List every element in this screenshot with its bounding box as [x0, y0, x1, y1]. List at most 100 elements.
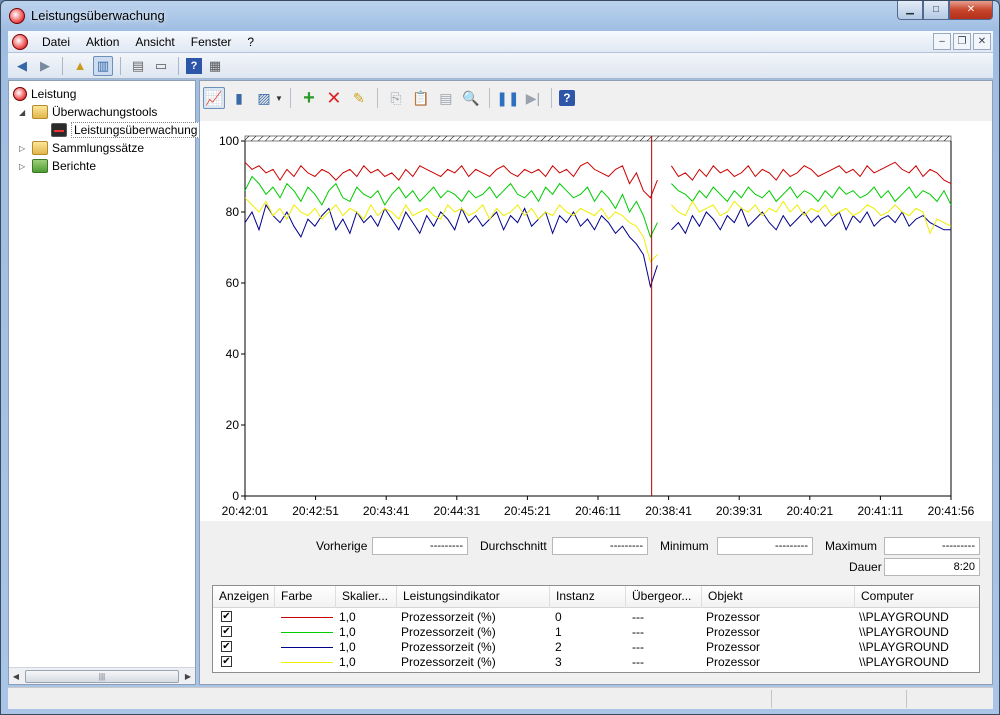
- color-swatch: [281, 647, 333, 648]
- instance-cell: 3: [555, 655, 562, 669]
- minimize-button[interactable]: ▁: [897, 1, 923, 20]
- highlight-icon[interactable]: ✎: [348, 87, 370, 109]
- child-close-button[interactable]: ✕: [973, 33, 991, 50]
- menu-fenster[interactable]: Fenster: [183, 32, 240, 52]
- forward-arrow-icon[interactable]: ▶: [35, 56, 55, 76]
- child-minimize-button[interactable]: –: [933, 33, 951, 50]
- tree-item-monitoring-tools[interactable]: ◢ Überwachungstools: [19, 103, 157, 121]
- properties-icon[interactable]: ▤: [435, 87, 457, 109]
- tree-item-data-collector-sets[interactable]: ▷ Sammlungssätze: [19, 139, 144, 157]
- update-data-icon[interactable]: ▶|: [522, 87, 544, 109]
- table-row[interactable]: ✔ 1,0 Prozessorzeit (%) 2 --- Prozessor …: [213, 640, 979, 655]
- computer-cell: \\PLAYGROUND: [859, 625, 949, 639]
- menu-aktion[interactable]: Aktion: [78, 32, 127, 52]
- series-line: [244, 161, 952, 199]
- table-row[interactable]: ✔ 1,0 Prozessorzeit (%) 1 --- Prozessor …: [213, 625, 979, 640]
- properties-icon[interactable]: ▤: [128, 56, 148, 76]
- menu-help[interactable]: ?: [239, 32, 262, 52]
- menu-ansicht[interactable]: Ansicht: [127, 32, 182, 52]
- y-tick-label: 60: [226, 276, 240, 290]
- tree-item-label: Sammlungssätze: [52, 141, 145, 155]
- object-cell: Prozessor: [706, 655, 761, 669]
- scroll-right-icon[interactable]: ▶: [181, 672, 195, 681]
- copy-properties-icon[interactable]: ⎘: [385, 87, 407, 109]
- instance-cell: 1: [555, 625, 562, 639]
- zoom-icon[interactable]: 🔍: [460, 87, 482, 109]
- reports-icon: [32, 159, 48, 173]
- expand-arrow-icon[interactable]: ▷: [19, 162, 29, 171]
- scroll-left-icon[interactable]: ◀: [9, 672, 23, 681]
- maximize-button[interactable]: □: [923, 1, 949, 20]
- tree-horizontal-scrollbar[interactable]: ◀ ||| ▶: [9, 667, 195, 684]
- close-button[interactable]: ✕: [949, 1, 993, 20]
- chevron-down-icon[interactable]: ▼: [275, 94, 283, 103]
- column-header-object[interactable]: Objekt: [702, 586, 855, 608]
- monitor-pane: 📈 ▮ ▨ ▼ + ✕ ✎ ⎘ 📋 ▤ 🔍 ❚❚ ▶| ? 0 20 40 60 80 1…: [199, 80, 993, 685]
- performance-monitor-icon: [51, 123, 67, 137]
- help-icon[interactable]: ?: [186, 57, 202, 74]
- show-checkbox[interactable]: ✔: [221, 611, 232, 622]
- toolbar-divider: [120, 56, 121, 75]
- chart-svg: 0 20 40 60 80 100 20:42:01 20:42:51 20:43:41 20:4…: [219, 134, 975, 518]
- table-row[interactable]: ✔ 1,0 Prozessorzeit (%) 0 --- Prozessor …: [213, 610, 979, 625]
- minimum-value: ---------: [717, 537, 813, 555]
- scroll-thumb[interactable]: |||: [25, 669, 179, 683]
- column-header-instance[interactable]: Instanz: [550, 586, 626, 608]
- pause-icon[interactable]: ❚❚: [496, 87, 519, 109]
- column-header-computer[interactable]: Computer: [855, 586, 979, 608]
- folder-icon: [32, 141, 48, 155]
- show-checkbox[interactable]: ✔: [221, 641, 232, 652]
- status-bar: [8, 687, 993, 709]
- menu-datei[interactable]: Datei: [34, 32, 78, 52]
- series-line: [244, 203, 951, 289]
- table-header: Anzeigen Farbe Skalier... Leistungsindik…: [213, 586, 979, 608]
- show-checkbox[interactable]: ✔: [221, 626, 232, 637]
- collapse-arrow-icon[interactable]: ◢: [19, 108, 29, 117]
- app-window: Leistungsüberwachung ▁ □ ✕ Datei Aktion …: [0, 0, 1000, 715]
- add-counter-icon[interactable]: +: [298, 87, 320, 109]
- tree-item-performance-monitor[interactable]: Leistungsüberwachung: [51, 121, 201, 139]
- computer-cell: \\PLAYGROUND: [859, 640, 949, 654]
- tree-item-label: Leistung: [31, 87, 77, 101]
- up-folder-icon[interactable]: ▲: [70, 56, 90, 76]
- tree-item-leistung[interactable]: Leistung: [13, 85, 76, 103]
- y-tick-label: 40: [226, 347, 240, 361]
- toolbar-divider: [289, 88, 291, 108]
- main-toolbar: ◀ ▶ ▲ ▥ ▤ ▭ ? ▦: [8, 53, 993, 79]
- parent-cell: ---: [632, 655, 644, 669]
- show-hide-tree-icon[interactable]: ▥: [93, 55, 113, 76]
- show-checkbox[interactable]: ✔: [221, 656, 232, 667]
- column-header-parent[interactable]: Übergeor...: [626, 586, 702, 608]
- scale-cell: 1,0: [339, 625, 356, 639]
- column-header-counter[interactable]: Leistungsindikator: [397, 586, 550, 608]
- show-action-pane-icon[interactable]: ▦: [205, 56, 225, 76]
- parent-cell: ---: [632, 625, 644, 639]
- title-bar[interactable]: Leistungsüberwachung ▁ □ ✕: [1, 1, 999, 31]
- child-restore-button[interactable]: ❐: [953, 33, 971, 50]
- tree-item-label: Überwachungstools: [52, 105, 158, 119]
- column-header-scale[interactable]: Skalier...: [336, 586, 397, 608]
- view-histogram-icon[interactable]: ▮: [228, 87, 250, 109]
- expand-arrow-icon[interactable]: ▷: [19, 144, 29, 153]
- parent-cell: ---: [632, 640, 644, 654]
- help-icon[interactable]: ?: [558, 90, 575, 106]
- status-pane: [906, 690, 992, 708]
- paste-counter-list-icon[interactable]: 📋: [410, 87, 432, 109]
- table-row[interactable]: ✔ 1,0 Prozessorzeit (%) 3 --- Prozessor …: [213, 655, 979, 670]
- tree-item-reports[interactable]: ▷ Berichte: [19, 157, 96, 175]
- change-graph-type-icon[interactable]: ▨: [253, 87, 275, 109]
- x-tick-label: 20:41:11: [857, 504, 903, 518]
- x-tick-label: 20:42:01: [222, 504, 269, 518]
- instance-cell: 2: [555, 640, 562, 654]
- back-arrow-icon[interactable]: ◀: [12, 56, 32, 76]
- column-header-show[interactable]: Anzeigen: [213, 586, 275, 608]
- computer-cell: \\PLAYGROUND: [859, 655, 949, 669]
- performance-chart[interactable]: 0 20 40 60 80 100 20:42:01 20:42:51 20:43:41 20:4…: [200, 121, 992, 521]
- delete-counter-icon[interactable]: ✕: [323, 87, 345, 109]
- x-tick-label: 20:38:41: [645, 504, 692, 518]
- view-graph-icon[interactable]: 📈: [203, 87, 225, 109]
- print-icon[interactable]: ▭: [151, 56, 171, 76]
- status-pane: [771, 690, 906, 708]
- column-header-color[interactable]: Farbe: [275, 586, 336, 608]
- document-icon[interactable]: [12, 33, 28, 50]
